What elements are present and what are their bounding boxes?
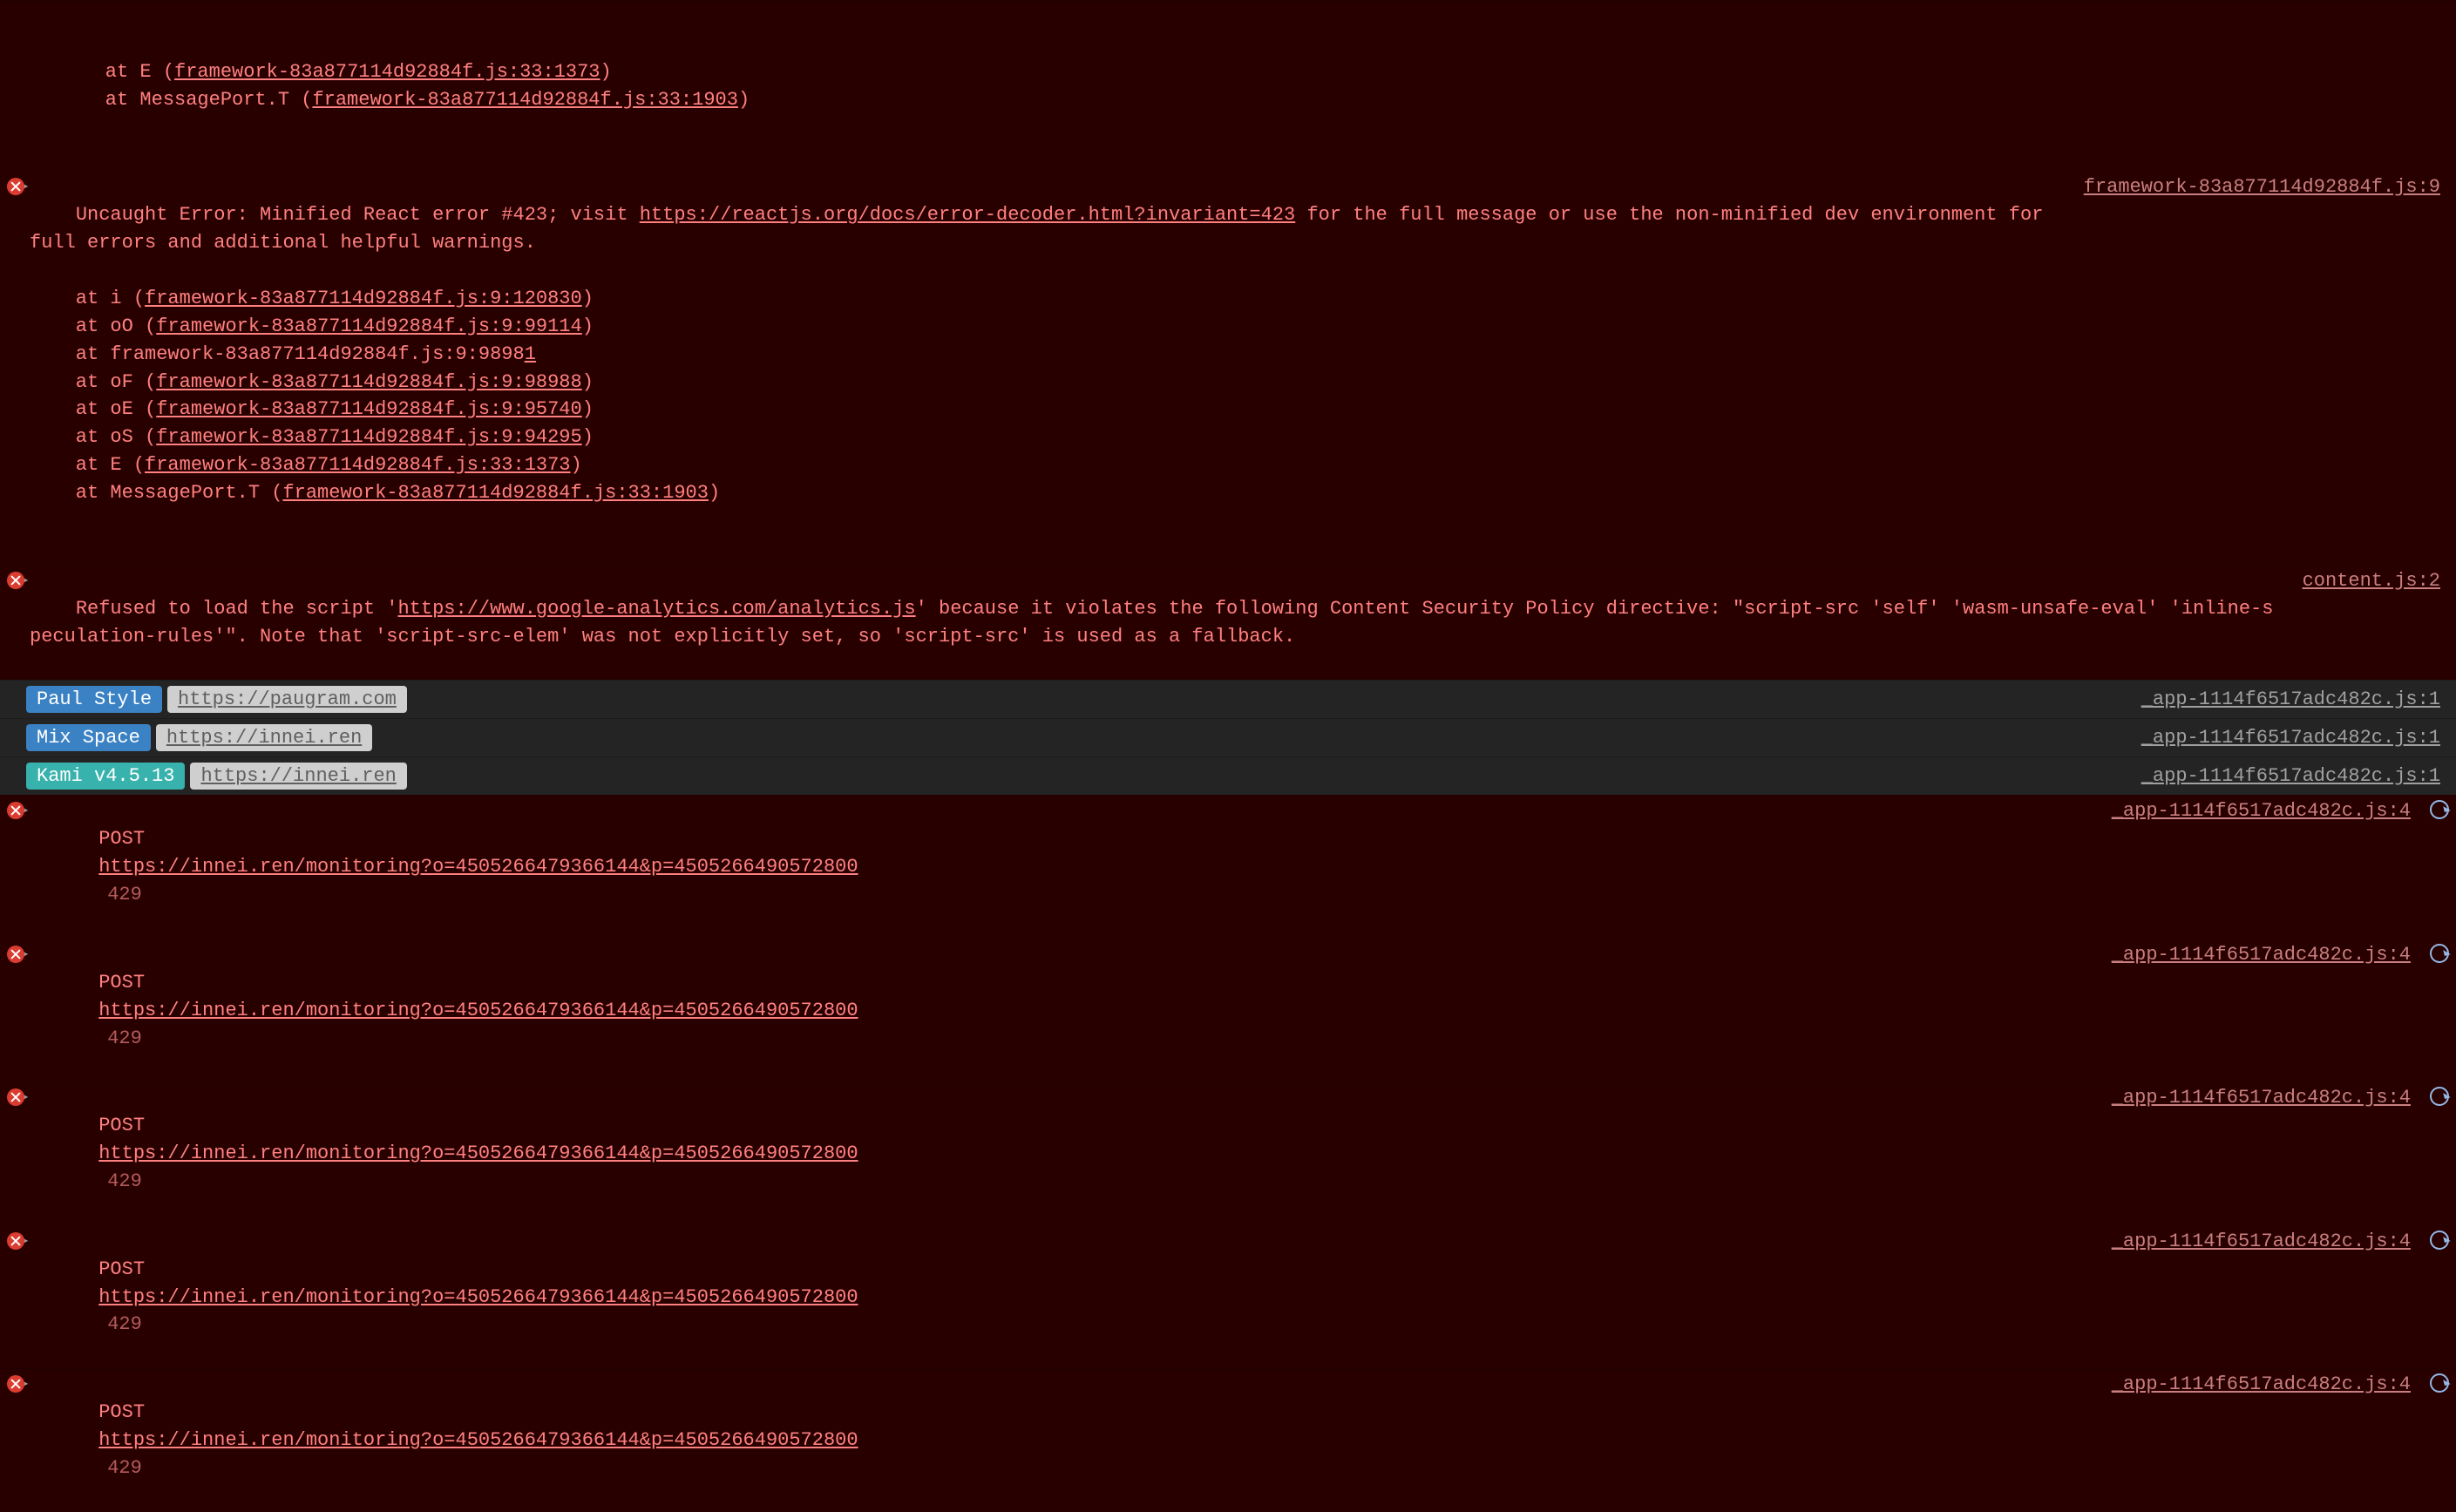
log-badge: Kami v4.5.13 bbox=[26, 763, 185, 790]
csp-error-message: Refused to load the script 'https://www.… bbox=[30, 567, 2303, 679]
react-error-message: Uncaught Error: Minified React error #42… bbox=[30, 173, 2084, 562]
stack-tail: at E (framework-83a877114d92884f.js:33:1… bbox=[0, 0, 2456, 171]
http-status: 429 bbox=[98, 884, 142, 905]
retry-icon[interactable] bbox=[2430, 1231, 2449, 1250]
network-error-row[interactable]: ▶ POST https://innei.ren/monitoring?o=45… bbox=[0, 1225, 2456, 1368]
source-link[interactable]: _app-1114f6517adc482c.js:1 bbox=[2141, 688, 2449, 710]
source-link[interactable]: _app-1114f6517adc482c.js:4 bbox=[2112, 797, 2419, 825]
request-url[interactable]: https://innei.ren/monitoring?o=450526647… bbox=[98, 1000, 858, 1021]
network-error-row[interactable]: ▶ POST https://innei.ren/monitoring?o=45… bbox=[0, 795, 2456, 938]
error-icon bbox=[7, 1232, 24, 1250]
log-url-badge[interactable]: https://paugram.com bbox=[167, 686, 407, 713]
network-error-message: POST https://innei.ren/monitoring?o=4505… bbox=[30, 797, 2112, 936]
stack-frame[interactable]: at oS (framework-83a877114d92884f.js:9:9… bbox=[30, 424, 2066, 451]
stack-frame[interactable]: at oF (framework-83a877114d92884f.js:9:9… bbox=[30, 369, 2066, 397]
stack-frame[interactable]: at E (framework-83a877114d92884f.js:33:1… bbox=[59, 58, 2432, 86]
error-icon bbox=[7, 946, 24, 963]
source-link[interactable]: _app-1114f6517adc482c.js:4 bbox=[2112, 1084, 2419, 1112]
retry-icon[interactable] bbox=[2430, 944, 2449, 963]
console-log-row: Mix Space https://innei.ren _app-1114f65… bbox=[0, 718, 2456, 756]
request-url[interactable]: https://innei.ren/monitoring?o=450526647… bbox=[98, 856, 858, 878]
source-link[interactable]: _app-1114f6517adc482c.js:1 bbox=[2141, 765, 2449, 787]
http-status: 429 bbox=[98, 1313, 142, 1335]
log-badge: Mix Space bbox=[26, 724, 151, 751]
error-icon bbox=[7, 572, 24, 589]
stack-frame[interactable]: at E (framework-83a877114d92884f.js:33:1… bbox=[30, 451, 2066, 479]
stack-frame[interactable]: at MessagePort.T (framework-83a877114d92… bbox=[59, 86, 2432, 114]
source-link[interactable]: _app-1114f6517adc482c.js:1 bbox=[2141, 727, 2449, 749]
log-url-badge[interactable]: https://innei.ren bbox=[156, 724, 372, 751]
http-status: 429 bbox=[98, 1170, 142, 1192]
stack-frame[interactable]: at MessagePort.T (framework-83a877114d92… bbox=[30, 479, 2066, 507]
stack-frame[interactable]: at oE (framework-83a877114d92884f.js:9:9… bbox=[30, 396, 2066, 424]
source-link[interactable]: content.js:2 bbox=[2303, 567, 2449, 595]
source-link[interactable]: _app-1114f6517adc482c.js:4 bbox=[2112, 1228, 2419, 1256]
csp-script-link[interactable]: https://www.google-analytics.com/analyti… bbox=[397, 598, 915, 620]
network-error-row[interactable]: ▶ POST https://innei.ren/monitoring?o=45… bbox=[0, 939, 2456, 1081]
http-status: 429 bbox=[98, 1027, 142, 1049]
console-log-row: Kami v4.5.13 https://innei.ren _app-1114… bbox=[0, 756, 2456, 795]
retry-icon[interactable] bbox=[2430, 1087, 2449, 1106]
request-url[interactable]: https://innei.ren/monitoring?o=450526647… bbox=[98, 1429, 858, 1451]
source-link[interactable]: _app-1114f6517adc482c.js:4 bbox=[2112, 941, 2419, 969]
react-error-row[interactable]: ▶ Uncaught Error: Minified React error #… bbox=[0, 171, 2456, 564]
stack-frame[interactable]: at i (framework-83a877114d92884f.js:9:12… bbox=[30, 285, 2066, 313]
network-error-message: POST https://innei.ren/monitoring?o=4505… bbox=[30, 1228, 2112, 1366]
log-badge: Paul Style bbox=[26, 686, 162, 713]
source-link[interactable]: framework-83a877114d92884f.js:9 bbox=[2084, 173, 2449, 201]
csp-error-row[interactable]: ▶ Refused to load the script 'https://ww… bbox=[0, 565, 2456, 681]
request-url[interactable]: https://innei.ren/monitoring?o=450526647… bbox=[98, 1286, 858, 1308]
request-url[interactable]: https://innei.ren/monitoring?o=450526647… bbox=[98, 1142, 858, 1164]
stack-frame[interactable]: at framework-83a877114d92884f.js:9:98981 bbox=[30, 341, 2066, 369]
network-error-message: POST https://innei.ren/monitoring?o=4505… bbox=[30, 1371, 2112, 1509]
http-status: 429 bbox=[98, 1457, 142, 1479]
react-error-link[interactable]: https://reactjs.org/docs/error-decoder.h… bbox=[640, 204, 1296, 226]
network-error-row[interactable]: ▶ POST https://innei.ren/monitoring?o=45… bbox=[0, 1081, 2456, 1224]
network-error-row[interactable]: ▶ POST https://innei.ren/monitoring?o=45… bbox=[0, 1368, 2456, 1511]
console-log-row: Paul Style https://paugram.com _app-1114… bbox=[0, 680, 2456, 718]
network-error-message: POST https://innei.ren/monitoring?o=4505… bbox=[30, 1084, 2112, 1223]
stack-frame[interactable]: at oO (framework-83a877114d92884f.js:9:9… bbox=[30, 313, 2066, 341]
source-link[interactable]: _app-1114f6517adc482c.js:4 bbox=[2112, 1371, 2419, 1399]
log-url-badge[interactable]: https://innei.ren bbox=[190, 763, 406, 790]
retry-icon[interactable] bbox=[2430, 1373, 2449, 1393]
network-error-message: POST https://innei.ren/monitoring?o=4505… bbox=[30, 941, 2112, 1080]
retry-icon[interactable] bbox=[2430, 800, 2449, 819]
